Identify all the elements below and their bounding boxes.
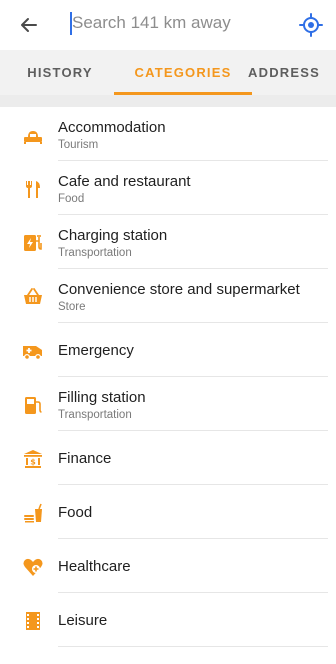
basket-icon — [22, 286, 44, 308]
category-title: Food — [58, 504, 93, 521]
category-item-filling-station[interactable]: Filling station Transportation — [0, 377, 336, 431]
svg-text:$: $ — [30, 458, 36, 467]
heart-plus-icon — [22, 556, 44, 578]
category-subtitle: Food — [58, 193, 85, 205]
category-subtitle: Store — [58, 301, 86, 313]
category-subtitle: Transportation — [58, 409, 132, 421]
tab-history[interactable]: HISTORY — [8, 50, 112, 95]
category-title: Leisure — [58, 612, 108, 629]
category-title: Cafe and restaurant — [58, 173, 191, 190]
tab-categories[interactable]: CATEGORIES — [114, 50, 252, 95]
category-title: Healthcare — [58, 558, 131, 575]
back-button[interactable] — [14, 10, 44, 40]
film-icon — [22, 610, 44, 632]
category-item-healthcare[interactable]: Healthcare — [0, 539, 336, 593]
bed-icon — [22, 124, 44, 146]
category-item-food[interactable]: Food — [0, 485, 336, 539]
category-item-accommodation[interactable]: Accommodation Tourism — [0, 107, 336, 161]
charging-plug-icon — [22, 232, 44, 254]
tab-address[interactable]: ADDRESS — [236, 50, 332, 95]
tab-bar: HISTORY CATEGORIES ADDRESS — [0, 50, 336, 95]
category-item-convenience-store[interactable]: Convenience store and supermarket Store — [0, 269, 336, 323]
category-item-finance[interactable]: $ Finance — [0, 431, 336, 485]
tabs-divider — [0, 95, 336, 107]
category-title: Convenience store and supermarket — [58, 281, 300, 298]
category-list: Accommodation Tourism Cafe and restauran… — [0, 107, 336, 647]
fuel-pump-icon — [22, 394, 44, 416]
category-title: Accommodation — [58, 119, 166, 136]
search-bar: Search 141 km away — [0, 0, 336, 50]
back-arrow-icon — [21, 18, 37, 32]
category-subtitle: Transportation — [58, 247, 132, 259]
fork-knife-icon — [22, 178, 44, 200]
category-title: Filling station — [58, 389, 146, 406]
bank-icon: $ — [22, 448, 44, 470]
food-drink-icon — [22, 502, 44, 524]
my-location-button[interactable] — [298, 12, 324, 38]
category-title: Finance — [58, 450, 112, 467]
category-title: Charging station — [58, 227, 168, 244]
category-item-charging-station[interactable]: Charging station Transportation — [0, 215, 336, 269]
category-item-leisure[interactable]: Leisure — [0, 593, 336, 647]
category-item-cafe-and-restaurant[interactable]: Cafe and restaurant Food — [0, 161, 336, 215]
category-subtitle: Tourism — [58, 139, 99, 151]
category-title: Emergency — [58, 342, 134, 359]
category-item-emergency[interactable]: Emergency — [0, 323, 336, 377]
divider — [58, 646, 328, 647]
my-location-icon — [299, 13, 323, 37]
ambulance-icon — [22, 340, 44, 362]
search-input[interactable]: Search 141 km away — [72, 13, 231, 33]
